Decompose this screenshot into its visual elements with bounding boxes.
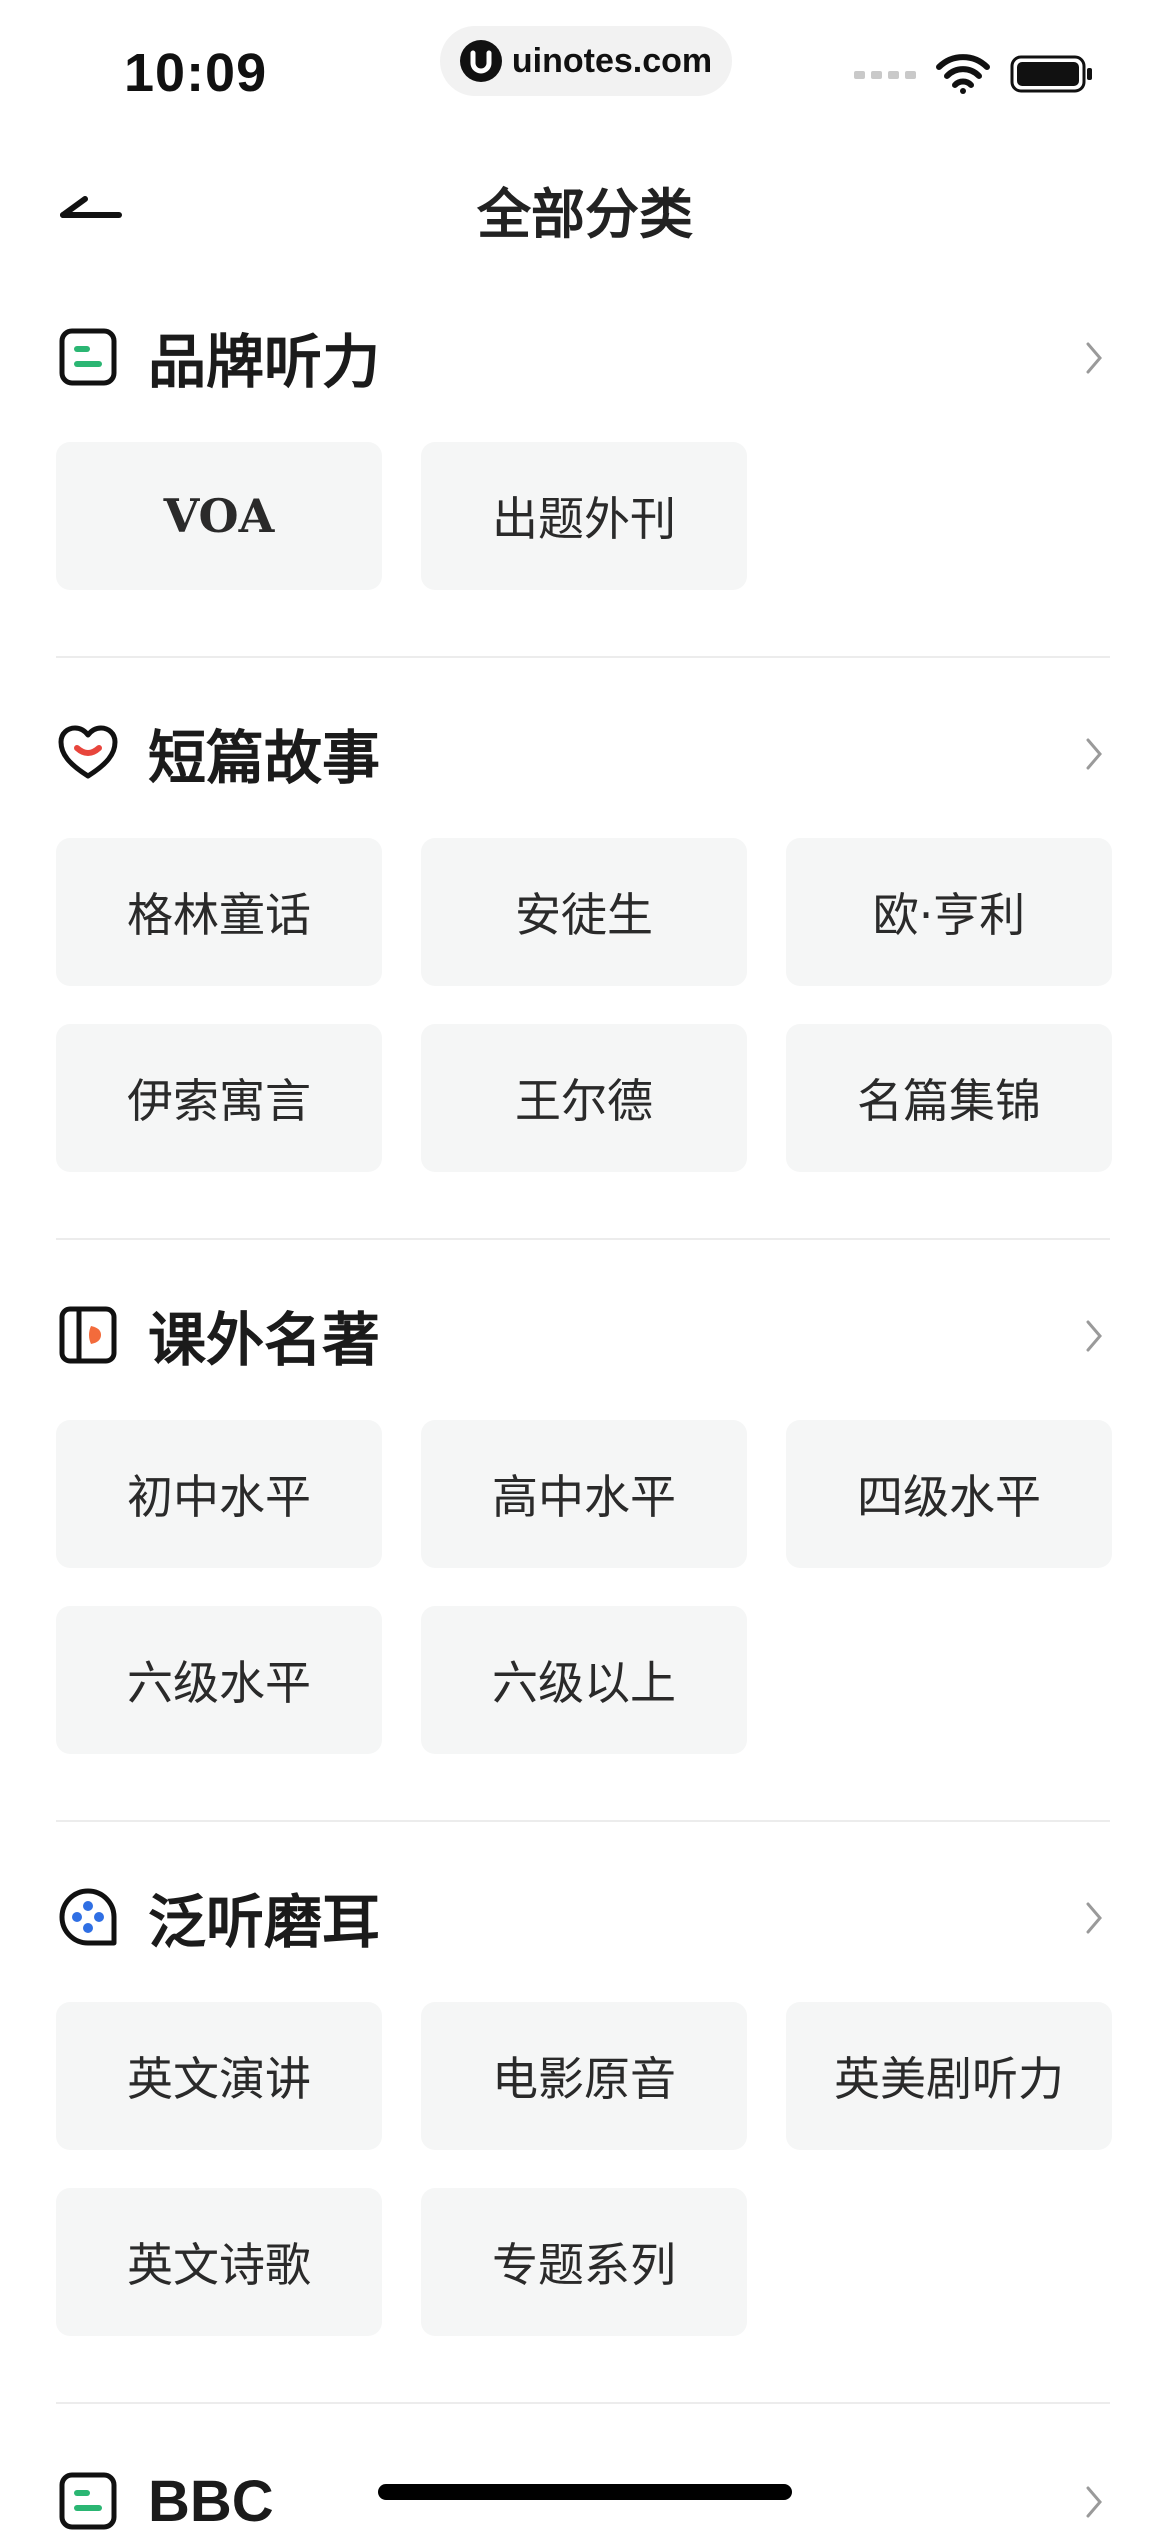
chip-junior-high[interactable]: 初中水平 (56, 1420, 382, 1568)
home-indicator (378, 2484, 792, 2500)
headphone-icon (56, 1885, 120, 1949)
chip-andersen[interactable]: 安徒生 (421, 838, 747, 986)
watermark-badge: uinotes.com (440, 26, 732, 96)
status-bar: 10:09 uinotes.com (0, 0, 1170, 140)
chip-cet6[interactable]: 六级水平 (56, 1606, 382, 1754)
chip-grid: 初中水平 高中水平 四级水平 六级水平 六级以上 (56, 1420, 1114, 1754)
chip-poems[interactable]: 英文诗歌 (56, 2188, 382, 2336)
status-time: 10:09 (124, 43, 268, 103)
watermark-text: uinotes.com (511, 41, 713, 80)
chevron-right-icon[interactable] (1074, 334, 1114, 382)
section-header[interactable]: BBC (56, 2456, 1114, 2546)
chip-grid: 英文演讲 电影原音 英美剧听力 英文诗歌 专题系列 (56, 2002, 1114, 2336)
section-classic-readings: 课外名著 初中水平 高中水平 四级水平 六级水平 六级以上 (56, 1290, 1114, 1754)
chip-grid: VOA 出题外刊 (56, 442, 1114, 590)
chip-grimm[interactable]: 格林童话 (56, 838, 382, 986)
chip-voa[interactable]: VOA (56, 442, 382, 590)
section-brand-listening: 品牌听力 VOA 出题外刊 (56, 312, 1114, 590)
divider (56, 2402, 1110, 2404)
book-icon (56, 1303, 120, 1367)
section-title: 课外名著 (148, 1306, 381, 1374)
section-header[interactable]: 课外名著 (56, 1290, 1114, 1380)
chip-o-henry[interactable]: 欧·亨利 (786, 838, 1112, 986)
chevron-right-icon[interactable] (1074, 730, 1114, 778)
divider (56, 656, 1110, 658)
page-title: 全部分类 (477, 183, 693, 246)
divider (56, 1820, 1110, 1822)
document-icon (56, 325, 120, 389)
section-title: BBC (148, 2468, 274, 2534)
chip-exam-journals[interactable]: 出题外刊 (421, 442, 747, 590)
section-header[interactable]: 品牌听力 (56, 312, 1114, 402)
watermark-logo-icon (459, 40, 502, 82)
section-title: 短篇故事 (148, 724, 381, 792)
section-extensive-listening: 泛听磨耳 英文演讲 电影原音 英美剧听力 英文诗歌 专题系列 (56, 1872, 1114, 2336)
chip-classics[interactable]: 名篇集锦 (786, 1024, 1112, 1172)
chevron-right-icon[interactable] (1074, 1312, 1114, 1360)
document-icon (56, 2469, 120, 2533)
header: 全部分类 (0, 150, 1170, 260)
chip-tv-series[interactable]: 英美剧听力 (786, 2002, 1112, 2150)
heart-icon (56, 721, 120, 785)
chip-topics[interactable]: 专题系列 (421, 2188, 747, 2336)
chip-wilde[interactable]: 王尔德 (421, 1024, 747, 1172)
chevron-right-icon[interactable] (1074, 2478, 1114, 2526)
section-bbc: BBC (56, 2456, 1114, 2546)
battery-icon (1010, 55, 1092, 93)
section-short-stories: 短篇故事 格林童话 安徒生 欧·亨利 伊索寓言 王尔德 名篇集锦 (56, 708, 1114, 1172)
section-title: 品牌听力 (148, 328, 381, 396)
divider (56, 1238, 1110, 1240)
chip-aesop[interactable]: 伊索寓言 (56, 1024, 382, 1172)
chevron-right-icon[interactable] (1074, 1894, 1114, 1942)
section-title: 泛听磨耳 (148, 1888, 381, 1956)
chip-above-cet6[interactable]: 六级以上 (421, 1606, 747, 1754)
section-header[interactable]: 泛听磨耳 (56, 1872, 1114, 1962)
section-header[interactable]: 短篇故事 (56, 708, 1114, 798)
wifi-icon (936, 54, 990, 94)
signal-icon (854, 71, 916, 79)
chip-grid: 格林童话 安徒生 欧·亨利 伊索寓言 王尔德 名篇集锦 (56, 838, 1114, 1172)
chip-senior-high[interactable]: 高中水平 (421, 1420, 747, 1568)
chip-speeches[interactable]: 英文演讲 (56, 2002, 382, 2150)
status-icons (854, 54, 1094, 94)
chip-movie-audio[interactable]: 电影原音 (421, 2002, 747, 2150)
chip-cet4[interactable]: 四级水平 (786, 1420, 1112, 1568)
